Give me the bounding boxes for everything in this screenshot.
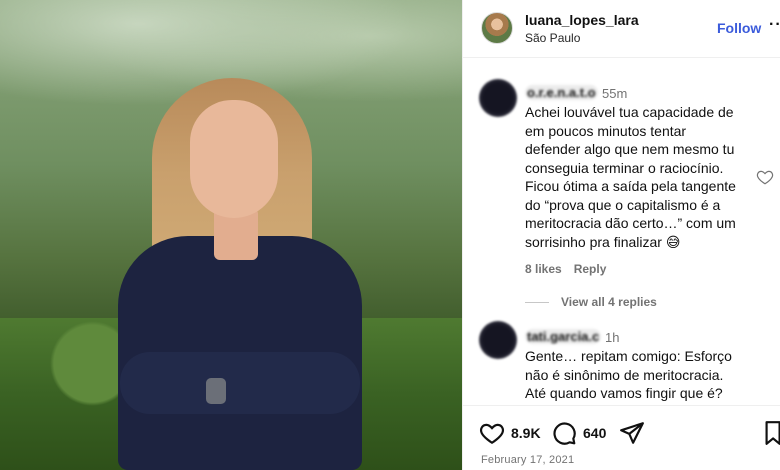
comment-line: do “prova que o capitalismo é a — [525, 196, 721, 213]
post-actions-bar: 8.9K 640 February 17, 2021 — [463, 405, 780, 470]
comment-username[interactable]: o.r.e.n.a.t.o — [525, 85, 598, 100]
comment-line: defender algo que nem mesmo tu — [525, 141, 735, 157]
comment-line: Gente… repitam comigo: Esforço — [525, 348, 732, 364]
comment-line: conseguia terminar o raciocínio. — [525, 159, 724, 176]
like-count[interactable]: 8.9K — [511, 425, 541, 441]
commenter-avatar[interactable] — [479, 79, 517, 117]
view-replies-divider — [525, 302, 549, 304]
comment-reply-button[interactable]: Reply — [574, 262, 607, 276]
comment-text: Achei louvável tua capacidade de em pouc… — [525, 103, 736, 251]
author-username[interactable]: luana_lopes_lara — [525, 12, 639, 28]
follow-button[interactable]: Follow — [717, 20, 761, 36]
save-bookmark-icon[interactable] — [763, 420, 780, 446]
photo-subject-watch — [206, 378, 226, 404]
comment-time: 1h — [605, 330, 620, 345]
photo-subject-crossed-arms — [120, 352, 360, 414]
comment-line: meritocracia dão certo…” com um — [525, 215, 736, 231]
author-avatar[interactable] — [481, 12, 513, 44]
comment-bubble-icon[interactable] — [551, 420, 577, 446]
photo-subject-face — [190, 100, 278, 218]
view-replies-label[interactable]: View all 4 replies — [561, 295, 657, 309]
comment-line: Ficou ótima a saída pela tangente — [525, 178, 736, 194]
comment-time: 55m — [602, 86, 628, 101]
comment-line: em poucos minutos tentar — [525, 122, 687, 139]
like-heart-icon[interactable] — [479, 420, 505, 446]
post-side-panel: luana_lopes_lara São Paulo Follow ··· o.… — [462, 0, 780, 470]
comment-line: sorrisinho pra finalizar 😅 — [525, 233, 681, 250]
comment-count[interactable]: 640 — [583, 425, 606, 441]
post-header: luana_lopes_lara São Paulo Follow ··· — [463, 0, 780, 58]
comment-line: Até quando vamos fingir que é? — [525, 385, 723, 401]
post-location[interactable]: São Paulo — [525, 31, 580, 45]
view-replies-link[interactable]: View all 4 replies — [525, 295, 657, 309]
post-date: February 17, 2021 — [481, 454, 575, 466]
more-options-icon[interactable]: ··· — [769, 16, 780, 34]
comment-line: Achei louvável tua capacidade de — [525, 104, 734, 120]
share-paper-plane-icon[interactable] — [619, 420, 645, 446]
comment-text: Gente… repitam comigo: Esforço não é sin… — [525, 347, 732, 403]
comment-username[interactable]: tati.garcia.c — [525, 329, 602, 344]
post-photo[interactable] — [0, 0, 462, 470]
commenter-avatar[interactable] — [479, 321, 517, 359]
comment-line: não é sinônimo de meritocracia. — [525, 366, 724, 383]
comment-likes[interactable]: 8 likes — [525, 262, 562, 276]
comments-list[interactable]: o.r.e.n.a.t.o 55m Achei louvável tua cap… — [463, 59, 780, 405]
comment-meta: 8 likes Reply — [525, 262, 618, 276]
comment-like-heart-icon[interactable] — [756, 168, 774, 186]
